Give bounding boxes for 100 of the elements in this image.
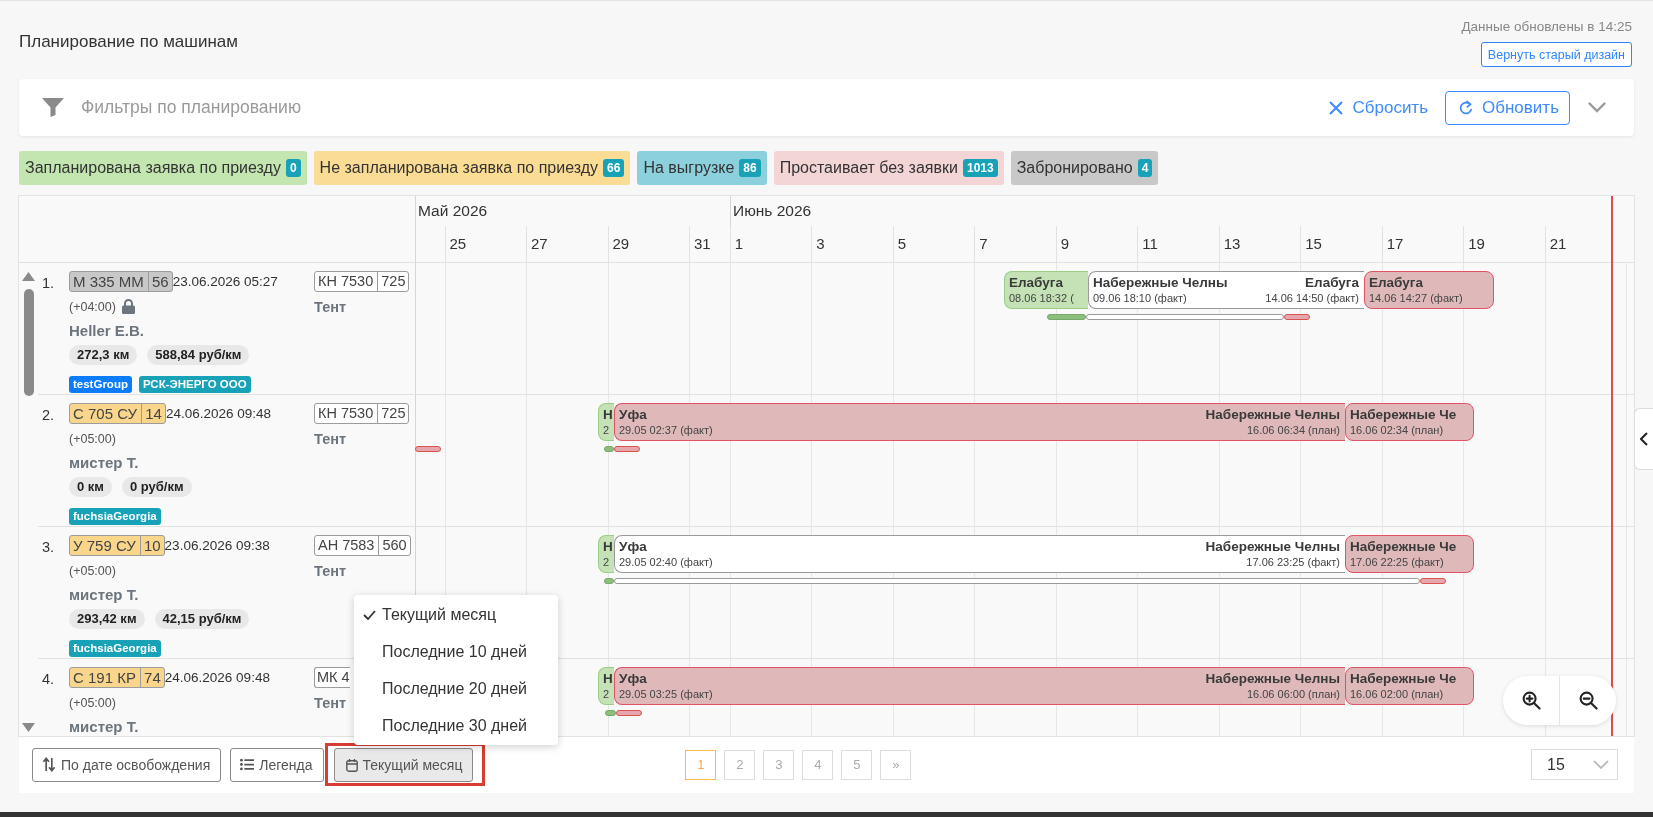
page-title: Планирование по машинам <box>19 32 238 52</box>
license-plate: У 759 СУ 10 <box>69 535 165 556</box>
trip-bar[interactable]: Уфа 29.05 03:25 (факт) Набережные Челны 16.06 06:00 (план) <box>614 667 1345 705</box>
trip-time: 14.06 14:50 (факт) <box>1265 291 1359 305</box>
filter-icon <box>42 98 64 117</box>
trip-bar[interactable]: Уфа 29.05 02:37 (факт) Набережные Челны 16.06 06:34 (план) <box>614 403 1345 441</box>
status-chip[interactable]: Не запланирована заявка по приезду 66 <box>313 151 631 185</box>
chevron-down-icon <box>1593 760 1609 769</box>
menu-item[interactable]: Текущий месяц <box>354 596 558 633</box>
count-badge: 4 <box>1137 159 1153 177</box>
scroll-down-icon[interactable] <box>22 723 35 732</box>
day-label: 25 <box>449 235 467 253</box>
day-label: 11 <box>1142 235 1158 253</box>
menu-item[interactable]: Последние 30 дней <box>354 707 558 744</box>
trip-time: 16.06 02:00 (план) <box>1350 687 1444 701</box>
day-label: 31 <box>694 235 711 253</box>
day-label: 29 <box>612 235 630 253</box>
status-chip[interactable]: Запланирована заявка по приезду 0 <box>19 151 307 185</box>
trip-city: Елабуга <box>1305 274 1359 291</box>
trip-city: Елабуга <box>1009 274 1063 291</box>
trip-bar[interactable]: Набережные Че 17.06 22:25 (факт) <box>1345 535 1474 573</box>
trip-bar[interactable]: Елабуга 14.06 14:27 (факт) <box>1364 271 1494 309</box>
trip-city: Уфа <box>619 538 647 555</box>
day-label: 15 <box>1305 235 1322 253</box>
trip-city: Н <box>603 670 613 687</box>
scroll-up-icon[interactable] <box>22 272 35 281</box>
body-type: Тент <box>314 430 347 448</box>
zoom-out-icon <box>1578 691 1598 710</box>
distance-label: 0 км <box>69 477 112 497</box>
count-badge: 66 <box>603 159 625 177</box>
calendar-icon <box>345 758 358 772</box>
timezone-text: (+05:00) <box>69 695 116 710</box>
status-chip[interactable]: Забронировано 4 <box>1010 151 1159 185</box>
menu-item[interactable]: Последние 20 дней <box>354 670 558 707</box>
month-label: Июнь 2026 <box>733 202 812 220</box>
day-label: 13 <box>1223 235 1241 253</box>
day-label: 1 <box>734 235 744 253</box>
count-badge: 0 <box>285 159 301 177</box>
trip-bar[interactable]: Н 2 <box>598 667 614 705</box>
driver-name: мистер Т. <box>69 454 140 472</box>
menu-item[interactable]: Последние 10 дней <box>354 633 558 670</box>
old-design-button[interactable]: Вернуть старый дизайн <box>1480 42 1632 67</box>
updated-time-text: Данные обновлены в 14:25 <box>1461 18 1632 36</box>
count-badge: 1013 <box>962 159 998 177</box>
trip-city: Елабуга <box>1369 274 1423 291</box>
close-icon <box>1329 100 1344 115</box>
trip-city: Набережные Че <box>1350 670 1457 687</box>
timezone-text: (+05:00) <box>69 563 116 578</box>
trip-bar[interactable]: Н 2 <box>598 535 614 573</box>
license-plate: М 335 ММ 56 <box>69 271 173 292</box>
trailer-plate: АН 7583 560 <box>314 535 411 556</box>
trailer-plate: КН 7530 725 <box>314 271 410 292</box>
distance-label: 272,3 км <box>69 345 138 365</box>
trailer-plate: МК 4 <box>314 667 350 688</box>
body-type: Тент <box>314 298 347 316</box>
trip-bar[interactable]: Н 2 <box>598 403 614 441</box>
trip-time: 16.06 06:00 (план) <box>1246 687 1340 701</box>
trip-bar[interactable]: Уфа 29.05 02:40 (факт) Набережные Челны 17.06 23:25 (факт) <box>614 535 1345 573</box>
status-chip[interactable]: Простаивает без заявки 1013 <box>773 151 1004 185</box>
group-tag: РСК-ЭНЕРГО ООО <box>138 376 251 393</box>
timezone-text: (+05:00) <box>69 431 116 446</box>
trip-bar[interactable]: Елабуга 08.06 18:32 ( <box>1004 271 1088 309</box>
license-plate: С 705 СУ 14 <box>69 403 166 424</box>
sort-button[interactable]: По дате освобождения <box>32 747 222 782</box>
trip-time: 2 <box>603 423 610 437</box>
group-tag: fuchsiaGeorgia <box>69 508 161 525</box>
trip-time: 17.06 23:25 (факт) <box>1246 555 1340 569</box>
row-number: 4. <box>42 670 56 689</box>
sort-icon <box>42 757 56 772</box>
trip-city: Набережные Челны <box>1205 406 1340 423</box>
day-label: 7 <box>979 235 988 253</box>
trip-time: 29.05 02:37 (факт) <box>619 423 713 437</box>
page-size-select[interactable]: 15 <box>1531 749 1618 780</box>
trip-city: Набережные Челны <box>1205 670 1340 687</box>
month-label: Май 2026 <box>418 202 488 220</box>
trip-bar[interactable]: Набережные Че 16.06 02:00 (план) <box>1345 667 1474 705</box>
trip-time: 14.06 14:27 (факт) <box>1369 291 1463 305</box>
trip-bar[interactable]: Набережные Че 16.06 02:34 (план) <box>1345 403 1474 441</box>
period-button[interactable]: Текущий месяц <box>333 748 474 782</box>
trip-city: Н <box>603 406 613 423</box>
chevron-down-icon[interactable] <box>1588 102 1606 113</box>
release-date: 23.06.2026 05:27 <box>172 274 278 289</box>
trip-bar[interactable]: Набережные Челны 09.06 18:10 (факт) Елабуга 14.06 14:50 (факт) <box>1088 271 1364 309</box>
trip-time: 2 <box>603 555 610 569</box>
count-badge: 86 <box>739 159 761 177</box>
row-number: 3. <box>42 538 56 557</box>
day-label: 21 <box>1549 235 1567 253</box>
day-label: 19 <box>1468 235 1485 253</box>
trip-time: 2 <box>603 687 610 701</box>
zoom-in-icon <box>1521 691 1541 710</box>
group-tag: fuchsiaGeorgia <box>69 640 161 657</box>
rate-label: 42,15 руб/км <box>154 609 250 629</box>
side-panel-toggle[interactable] <box>1634 408 1653 470</box>
trip-time: 09.06 18:10 (факт) <box>1093 291 1187 305</box>
group-tag: testGroup <box>69 376 132 393</box>
scrollbar-thumb[interactable] <box>23 289 34 396</box>
license-plate: С 191 КР 74 <box>69 667 165 688</box>
legend-button[interactable]: Легенда <box>230 747 324 782</box>
trip-city: Уфа <box>619 406 647 423</box>
status-chip[interactable]: На выгрузке 86 <box>637 151 767 185</box>
